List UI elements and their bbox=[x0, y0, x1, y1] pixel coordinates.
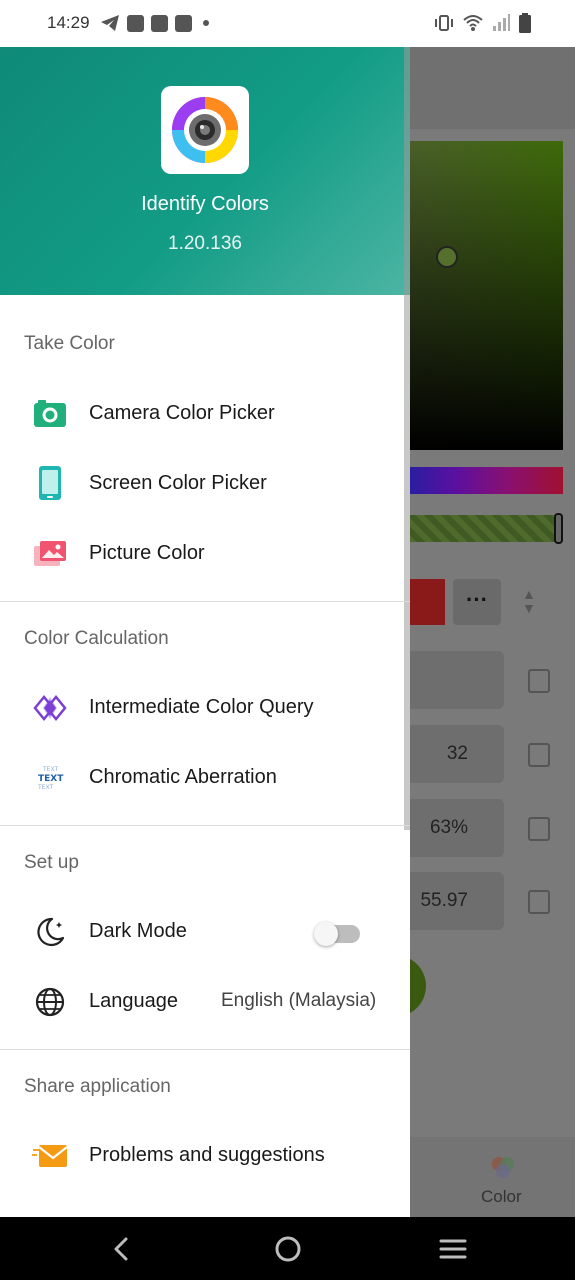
menu-item-label: Problems and suggestions bbox=[89, 1144, 325, 1166]
app-version: 1.20.136 bbox=[168, 233, 242, 254]
stars-icon bbox=[32, 1210, 68, 1217]
text-aberration-icon: TEXT TEXT TEXT bbox=[37, 766, 64, 791]
toggle-knob bbox=[314, 922, 338, 946]
value-field bbox=[400, 651, 504, 709]
dot-icon bbox=[203, 20, 209, 26]
shopping-bag-icon bbox=[175, 14, 192, 32]
shopping-bag-icon bbox=[151, 14, 168, 32]
menu-item-picture-color[interactable]: Picture Color bbox=[0, 523, 400, 585]
status-bar: 14:29 bbox=[0, 0, 575, 47]
section-set-up-title: Set up bbox=[24, 852, 79, 873]
divider bbox=[0, 825, 410, 826]
system-navigation-bar bbox=[0, 1217, 575, 1280]
moon-icon bbox=[37, 917, 65, 947]
svg-text:TEXT: TEXT bbox=[37, 784, 53, 791]
mail-icon bbox=[32, 1145, 68, 1167]
menu-item-label: Intermediate Color Query bbox=[89, 696, 314, 718]
menu-item-screen-color-picker[interactable]: Screen Color Picker bbox=[0, 453, 400, 515]
copy-icon bbox=[528, 669, 550, 693]
svg-text:TEXT: TEXT bbox=[42, 766, 58, 773]
menu-item-chromatic-aberration[interactable]: TEXT TEXT TEXT Chromatic Aberration bbox=[0, 747, 400, 809]
alpha-slider-thumb bbox=[554, 513, 563, 544]
drawer-header: Identify Colors 1.20.136 bbox=[0, 47, 410, 295]
divider bbox=[0, 601, 410, 602]
screen: 14:29 ··· ▲ ▼ 32 63% 55.97 Color Identif… bbox=[0, 0, 575, 1280]
more-button: ··· bbox=[453, 579, 501, 625]
menu-item-label: Camera Color Picker bbox=[89, 402, 275, 424]
menu-item-label: Language bbox=[89, 990, 178, 1012]
color-lens-icon bbox=[172, 97, 238, 163]
globe-icon bbox=[35, 987, 65, 1017]
menu-item-label: Screen Color Picker bbox=[89, 472, 267, 494]
telegram-icon bbox=[101, 15, 119, 31]
value-field: 63% bbox=[400, 799, 504, 857]
menu-item-label: Chromatic Aberration bbox=[89, 766, 277, 788]
shopping-bag-icon bbox=[127, 14, 144, 32]
wifi-icon bbox=[463, 15, 483, 31]
section-take-color-title: Take Color bbox=[24, 333, 115, 354]
divider bbox=[0, 1049, 410, 1050]
copy-icon bbox=[528, 743, 550, 767]
app-name: Identify Colors bbox=[141, 193, 269, 215]
phone-screen-icon bbox=[39, 466, 61, 500]
picture-icon bbox=[34, 541, 66, 566]
copy-icon bbox=[528, 817, 550, 841]
camera-icon bbox=[34, 400, 66, 427]
hue-slider bbox=[400, 467, 563, 494]
recent-apps-icon[interactable] bbox=[438, 1234, 468, 1264]
sort-arrows-icon: ▲ ▼ bbox=[522, 586, 536, 616]
color-picker-cursor bbox=[436, 246, 458, 268]
vibrate-icon bbox=[435, 15, 453, 31]
menu-item-dark-mode[interactable]: Dark Mode bbox=[0, 901, 400, 963]
app-logo bbox=[161, 86, 249, 174]
language-value: English (Malaysia) bbox=[221, 990, 377, 1011]
menu-item-label: Dark Mode bbox=[89, 920, 187, 942]
status-time: 14:29 bbox=[47, 13, 90, 32]
color-saturation-panel bbox=[400, 141, 563, 450]
svg-text:TEXT: TEXT bbox=[38, 774, 64, 784]
battery-icon bbox=[519, 13, 531, 33]
menu-item-language[interactable]: Language English (Malaysia) bbox=[0, 971, 400, 1033]
home-icon[interactable] bbox=[273, 1234, 303, 1264]
notification-icons bbox=[100, 14, 209, 32]
value-field: 32 bbox=[400, 725, 504, 783]
signal-icon bbox=[493, 14, 510, 31]
navigation-drawer: Identify Colors 1.20.136 Take Color Came… bbox=[0, 47, 410, 1217]
dark-mode-toggle[interactable] bbox=[314, 922, 362, 946]
menu-item-intermediate-color-query[interactable]: Intermediate Color Query bbox=[0, 677, 400, 739]
alpha-slider bbox=[400, 515, 560, 542]
drawer-scrollbar[interactable] bbox=[404, 47, 410, 830]
section-color-calculation-title: Color Calculation bbox=[24, 628, 169, 649]
section-share-title: Share application bbox=[24, 1076, 171, 1097]
color-tab-icon bbox=[492, 1157, 514, 1178]
menu-item-camera-color-picker[interactable]: Camera Color Picker bbox=[0, 383, 400, 445]
back-icon[interactable] bbox=[107, 1234, 137, 1264]
system-icons bbox=[434, 13, 531, 33]
menu-item-problems-suggestions[interactable]: Problems and suggestions bbox=[0, 1125, 400, 1187]
diamond-icon bbox=[33, 695, 67, 721]
menu-item-rate-partial[interactable] bbox=[0, 1195, 400, 1217]
color-tab-label: Color bbox=[481, 1187, 522, 1206]
menu-item-label: Picture Color bbox=[89, 542, 205, 564]
value-field: 55.97 bbox=[400, 872, 504, 930]
copy-icon bbox=[528, 890, 550, 914]
